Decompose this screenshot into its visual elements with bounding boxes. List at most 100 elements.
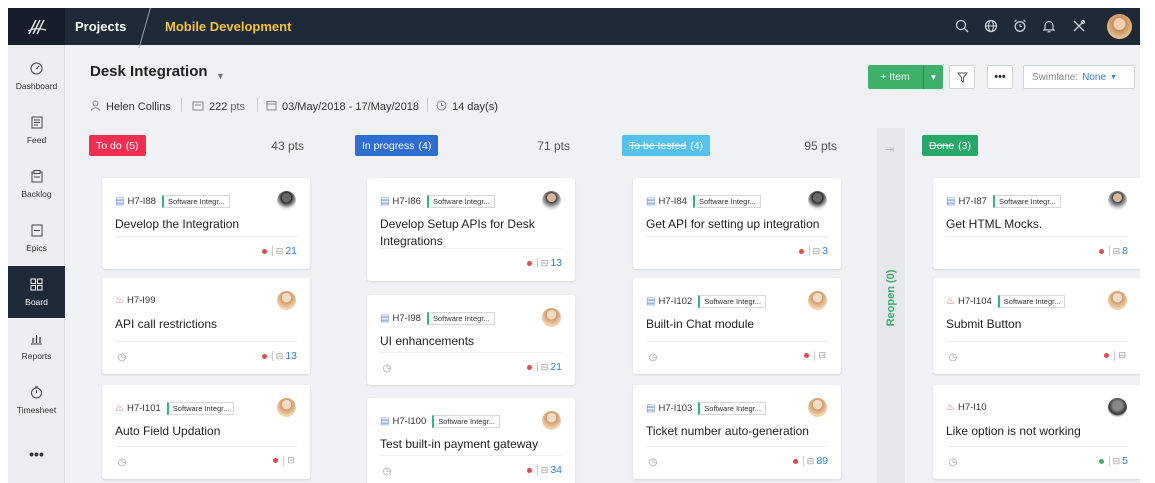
avatar[interactable] bbox=[277, 191, 296, 210]
avatar[interactable] bbox=[808, 191, 827, 210]
sidebar-more-button[interactable]: ••• bbox=[8, 428, 65, 480]
add-item-button[interactable]: + Item ▼ bbox=[868, 65, 943, 89]
more-options-button[interactable]: ••• bbox=[987, 65, 1013, 89]
task-card[interactable]: ▤ H7-I103 Software Integr... Ticket number … bbox=[633, 385, 841, 479]
card-title[interactable]: Like option is not working bbox=[946, 423, 1131, 440]
avatar[interactable] bbox=[277, 398, 296, 417]
card-title[interactable]: Ticket number auto-generation bbox=[646, 423, 831, 440]
alarm-icon[interactable] bbox=[1011, 17, 1029, 35]
card-id[interactable]: H7-I100 bbox=[392, 416, 426, 427]
divider bbox=[946, 446, 1128, 447]
status-badge[interactable]: In progress (4) bbox=[355, 135, 439, 156]
avatar[interactable] bbox=[542, 411, 561, 430]
sidebar-item-board[interactable]: Board bbox=[8, 266, 65, 318]
divider bbox=[536, 362, 538, 372]
card-title[interactable]: Auto Field Updation bbox=[115, 423, 300, 440]
card-title[interactable]: UI enhancements bbox=[380, 333, 565, 350]
card-id[interactable]: H7-I101 bbox=[127, 403, 161, 414]
card-meta: ⊟ 5 bbox=[1098, 455, 1128, 467]
chevron-down-icon[interactable]: ▼ bbox=[923, 65, 943, 89]
divider bbox=[536, 465, 538, 475]
task-card[interactable]: ♨ H7-I104 Software Integr... Submit Button ◷… bbox=[933, 278, 1140, 374]
avatar[interactable] bbox=[542, 308, 561, 327]
sidebar-item-dashboard[interactable]: Dashboard bbox=[8, 50, 65, 102]
task-card[interactable]: ♨ H7-I10 Like option is not working ◷ ⊟ 5 bbox=[933, 385, 1140, 479]
timer-icon[interactable]: ◷ bbox=[947, 456, 959, 468]
status-badge[interactable]: To be tested (4) bbox=[622, 135, 711, 156]
sidebar-item-label: Feed bbox=[26, 134, 47, 145]
task-card[interactable]: ▤ H7-I98 Software Integr... UI enhancements… bbox=[367, 295, 575, 385]
card-title[interactable]: Test built-in payment gateway bbox=[380, 436, 565, 453]
card-title[interactable]: Submit Button bbox=[946, 316, 1131, 333]
status-badge[interactable]: Done (3) bbox=[922, 135, 978, 156]
card-id[interactable]: H7-I99 bbox=[127, 295, 156, 306]
priority-dot bbox=[804, 353, 810, 358]
avatar[interactable] bbox=[808, 398, 827, 417]
card-title[interactable]: API call restrictions bbox=[115, 316, 300, 333]
reports-icon bbox=[30, 332, 44, 346]
timer-icon[interactable]: ◷ bbox=[116, 456, 128, 468]
priority-dot bbox=[261, 248, 267, 254]
card-id[interactable]: H7-I88 bbox=[127, 196, 156, 207]
app-logo-icon[interactable] bbox=[8, 8, 65, 45]
task-card[interactable]: ▤ H7-I100 Software Integr... Test built-in … bbox=[367, 398, 575, 483]
card-title[interactable]: Develop Setup APIs for Desk Integrations bbox=[380, 216, 565, 250]
card-id[interactable]: H7-I87 bbox=[958, 196, 987, 207]
sidebar-item-backlog[interactable]: Backlog bbox=[8, 158, 65, 210]
sidebar-item-feed[interactable]: Feed bbox=[8, 104, 65, 156]
sidebar-item-epics[interactable]: Epics bbox=[8, 212, 65, 264]
tools-icon[interactable] bbox=[1070, 17, 1088, 35]
task-card[interactable]: ▤ H7-I86 Software Integr... Develop Setup A… bbox=[367, 178, 575, 281]
reopen-lane[interactable]: ⇥ Reopen (0) bbox=[877, 128, 905, 483]
task-card[interactable]: ♨ H7-I101 Software Integr... Auto Field Upd… bbox=[102, 385, 310, 479]
avatar[interactable] bbox=[542, 191, 561, 210]
card-id[interactable]: H7-I84 bbox=[658, 196, 687, 207]
timer-icon[interactable]: ◷ bbox=[947, 351, 959, 363]
timer-icon[interactable]: ◷ bbox=[647, 456, 659, 468]
avatar[interactable] bbox=[1108, 191, 1127, 210]
globe-icon[interactable] bbox=[982, 17, 1000, 35]
avatar[interactable] bbox=[277, 291, 296, 310]
card-id[interactable]: H7-I86 bbox=[392, 196, 421, 207]
board-icon bbox=[30, 278, 44, 292]
timer-icon bbox=[30, 386, 44, 400]
breadcrumb-project[interactable]: Mobile Development bbox=[165, 19, 291, 34]
timer-icon[interactable]: ◷ bbox=[647, 351, 659, 363]
card-id[interactable]: H7-I102 bbox=[658, 296, 692, 307]
chevron-down-icon[interactable]: ▼ bbox=[216, 71, 225, 81]
task-card[interactable]: ♨ H7-I99 API call restrictions ◷ ⊟ 13 bbox=[102, 278, 310, 374]
page-title[interactable]: Desk Integration bbox=[90, 63, 208, 80]
user-avatar[interactable] bbox=[1107, 14, 1132, 39]
filter-button[interactable] bbox=[949, 65, 975, 89]
swimlane-select[interactable]: Swimlane: None ▼ bbox=[1023, 65, 1135, 89]
avatar[interactable] bbox=[1108, 291, 1127, 310]
avatar[interactable] bbox=[1108, 398, 1127, 417]
reopen-label: Reopen (0) bbox=[885, 269, 897, 327]
task-card[interactable]: ▤ H7-I102 Software Integr... Built-in Chat … bbox=[633, 278, 841, 374]
card-id[interactable]: H7-I10 bbox=[958, 402, 987, 413]
card-title[interactable]: Built-in Chat module bbox=[646, 316, 831, 333]
card-id[interactable]: H7-I104 bbox=[958, 296, 992, 307]
sidebar-item-timesheet[interactable]: Timesheet bbox=[8, 374, 65, 426]
card-title[interactable]: Get API for setting up integration bbox=[646, 216, 831, 233]
bug-icon: ♨ bbox=[115, 403, 124, 414]
timer-icon[interactable]: ◷ bbox=[381, 465, 393, 477]
task-card[interactable]: ▤ H7-I88 Software Integr... Develop the Int… bbox=[102, 178, 310, 269]
card-title[interactable]: Develop the Integration bbox=[115, 216, 300, 233]
expand-arrow-icon[interactable]: ⇥ bbox=[885, 143, 894, 156]
status-badge[interactable]: To do (5) bbox=[89, 135, 146, 156]
card-id[interactable]: H7-I98 bbox=[392, 313, 421, 324]
sidebar-item-label: Reports bbox=[21, 350, 52, 361]
task-card[interactable]: ▤ H7-I84 Software Integr... Get API for set… bbox=[633, 178, 841, 269]
card-title[interactable]: Get HTML Mocks. bbox=[946, 216, 1131, 233]
timer-icon[interactable]: ◷ bbox=[381, 362, 393, 374]
task-card[interactable]: ▤ H7-I87 Software Integr... Get HTML Mocks.… bbox=[933, 178, 1140, 269]
points-value: 222 bbox=[209, 101, 228, 113]
timer-icon[interactable]: ◷ bbox=[116, 351, 128, 363]
search-icon[interactable] bbox=[953, 17, 971, 35]
breadcrumb-projects[interactable]: Projects bbox=[75, 19, 126, 34]
avatar[interactable] bbox=[808, 291, 827, 310]
sidebar-item-reports[interactable]: Reports bbox=[8, 320, 65, 372]
bell-icon[interactable] bbox=[1040, 17, 1058, 35]
card-id[interactable]: H7-I103 bbox=[658, 403, 692, 414]
